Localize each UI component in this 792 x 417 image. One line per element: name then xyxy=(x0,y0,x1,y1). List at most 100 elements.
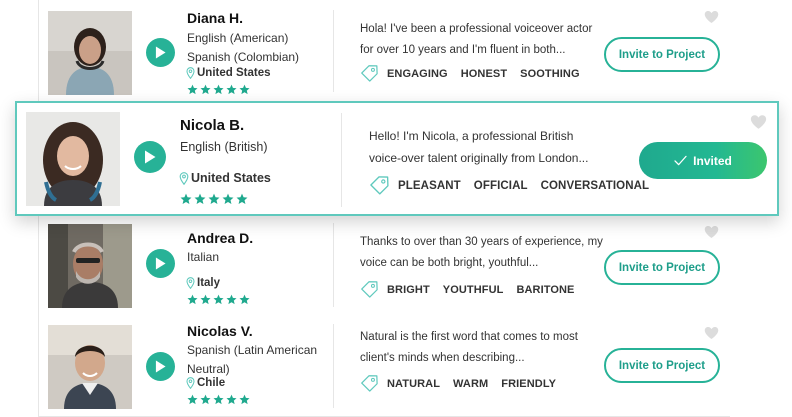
language-line: English (American) xyxy=(187,31,289,45)
tag-icon xyxy=(369,175,390,196)
play-icon xyxy=(155,360,166,373)
description-line: Hello! I'm Nicola, a professional Britis… xyxy=(369,129,574,143)
description-line: Hola! I've been a professional voiceover… xyxy=(360,23,593,35)
play-button[interactable] xyxy=(146,38,175,67)
location-label: United States xyxy=(197,67,271,79)
play-icon xyxy=(155,257,166,270)
talent-description: Thanks to over than 30 years of experien… xyxy=(360,232,603,274)
star-icon xyxy=(239,394,250,405)
star-icon xyxy=(222,193,234,205)
talent-tags: ENGAGING HONEST SOOTHING xyxy=(360,64,593,83)
star-icon xyxy=(194,193,206,205)
rating-stars xyxy=(187,294,250,305)
star-icon xyxy=(213,394,224,405)
location-label: United States xyxy=(191,171,271,185)
tag-label: OFFICIAL xyxy=(473,179,528,192)
star-icon xyxy=(200,394,211,405)
star-icon xyxy=(200,294,211,305)
play-icon xyxy=(155,46,166,59)
heart-icon[interactable] xyxy=(750,114,767,130)
talent-languages: English (British) xyxy=(180,138,268,157)
star-icon xyxy=(208,193,220,205)
talent-name: Nicola B. xyxy=(180,117,245,134)
rating-stars xyxy=(187,394,250,405)
star-icon xyxy=(187,84,198,95)
tag-label: CONVERSATIONAL xyxy=(540,179,650,192)
tag-label: SOOTHING xyxy=(520,67,580,80)
star-icon xyxy=(213,294,224,305)
tag-label: NATURAL xyxy=(387,377,441,390)
talent-card: Diana H. English (American) Spanish (Col… xyxy=(39,0,731,103)
talent-description: Hello! I'm Nicola, a professional Britis… xyxy=(369,125,588,169)
map-pin-icon xyxy=(186,67,195,79)
talent-languages: Spanish (Latin American Neutral) xyxy=(187,341,317,379)
tag-label: ENGAGING xyxy=(387,67,448,80)
talent-tags: NATURAL WARM FRIENDLY xyxy=(360,374,569,393)
star-icon xyxy=(239,84,250,95)
play-button[interactable] xyxy=(146,249,175,278)
talent-card: Andrea D. Italian Italy Thanks to over t… xyxy=(39,215,731,317)
invite-to-project-button[interactable]: Invite to Project xyxy=(604,37,720,72)
talent-name: Diana H. xyxy=(187,10,244,26)
divider xyxy=(333,10,334,92)
tag-label: YOUTHFUL xyxy=(442,283,504,296)
talent-photo[interactable] xyxy=(48,224,132,308)
talent-photo[interactable] xyxy=(48,11,132,95)
divider xyxy=(333,223,334,307)
star-icon xyxy=(187,394,198,405)
tag-label: BARITONE xyxy=(516,283,575,296)
language-line: Italian xyxy=(187,250,220,264)
rating-stars xyxy=(180,193,248,205)
description-line: voice-over talent originally from London… xyxy=(369,151,589,165)
map-pin-icon xyxy=(186,377,195,389)
talent-card-featured: Nicola B. English (British) United State… xyxy=(15,101,779,216)
location-label: Chile xyxy=(197,377,226,389)
star-icon xyxy=(213,84,224,95)
talent-tags: BRIGHT YOUTHFUL BARITONE xyxy=(360,280,588,299)
star-icon xyxy=(187,294,198,305)
heart-icon[interactable] xyxy=(704,10,719,24)
talent-photo[interactable] xyxy=(26,112,120,206)
heart-icon[interactable] xyxy=(704,326,719,340)
talent-name: Nicolas V. xyxy=(187,323,253,339)
invite-to-project-button[interactable]: Invite to Project xyxy=(604,250,720,285)
play-button[interactable] xyxy=(146,352,175,381)
tag-label: BRIGHT xyxy=(387,283,430,296)
map-pin-icon xyxy=(179,172,189,185)
talent-location: United States xyxy=(179,171,271,185)
talent-name: Andrea D. xyxy=(187,230,254,246)
star-icon xyxy=(236,193,248,205)
check-icon xyxy=(674,155,687,166)
tag-label: FRIENDLY xyxy=(501,377,557,390)
talent-card: Nicolas V. Spanish (Latin American Neutr… xyxy=(39,316,731,416)
description-line: for over 10 years and I'm fluent in both… xyxy=(360,44,566,56)
star-icon xyxy=(226,294,237,305)
talent-photo[interactable] xyxy=(48,325,132,409)
talent-languages: English (American) Spanish (Colombian) xyxy=(187,29,299,67)
rating-stars xyxy=(187,84,250,95)
description-line: client's minds when describing... xyxy=(360,352,525,364)
play-button[interactable] xyxy=(134,141,166,173)
play-icon xyxy=(144,150,156,164)
star-icon xyxy=(239,294,250,305)
divider xyxy=(341,113,342,207)
tag-icon xyxy=(360,280,379,299)
tag-label: WARM xyxy=(453,377,489,390)
language-line: English (British) xyxy=(180,140,268,154)
invite-to-project-button[interactable]: Invite to Project xyxy=(604,348,720,383)
divider xyxy=(333,324,334,408)
language-line: Spanish (Colombian) xyxy=(187,50,300,64)
tag-icon xyxy=(360,64,379,83)
talent-languages: Italian xyxy=(187,248,219,267)
tag-icon xyxy=(360,374,379,393)
invited-button[interactable]: Invited xyxy=(639,142,767,179)
location-label: Italy xyxy=(197,277,221,289)
talent-location: United States xyxy=(186,67,271,79)
description-line: voice can be both bright, youthful... xyxy=(360,257,539,269)
talent-description: Natural is the first word that comes to … xyxy=(360,327,578,369)
talent-description: Hola! I've been a professional voiceover… xyxy=(360,19,592,61)
heart-icon[interactable] xyxy=(704,225,719,239)
star-icon xyxy=(226,84,237,95)
talent-tags: PLEASANT OFFICIAL CONVERSATIONAL xyxy=(369,175,662,196)
description-line: Thanks to over than 30 years of experien… xyxy=(360,236,603,248)
